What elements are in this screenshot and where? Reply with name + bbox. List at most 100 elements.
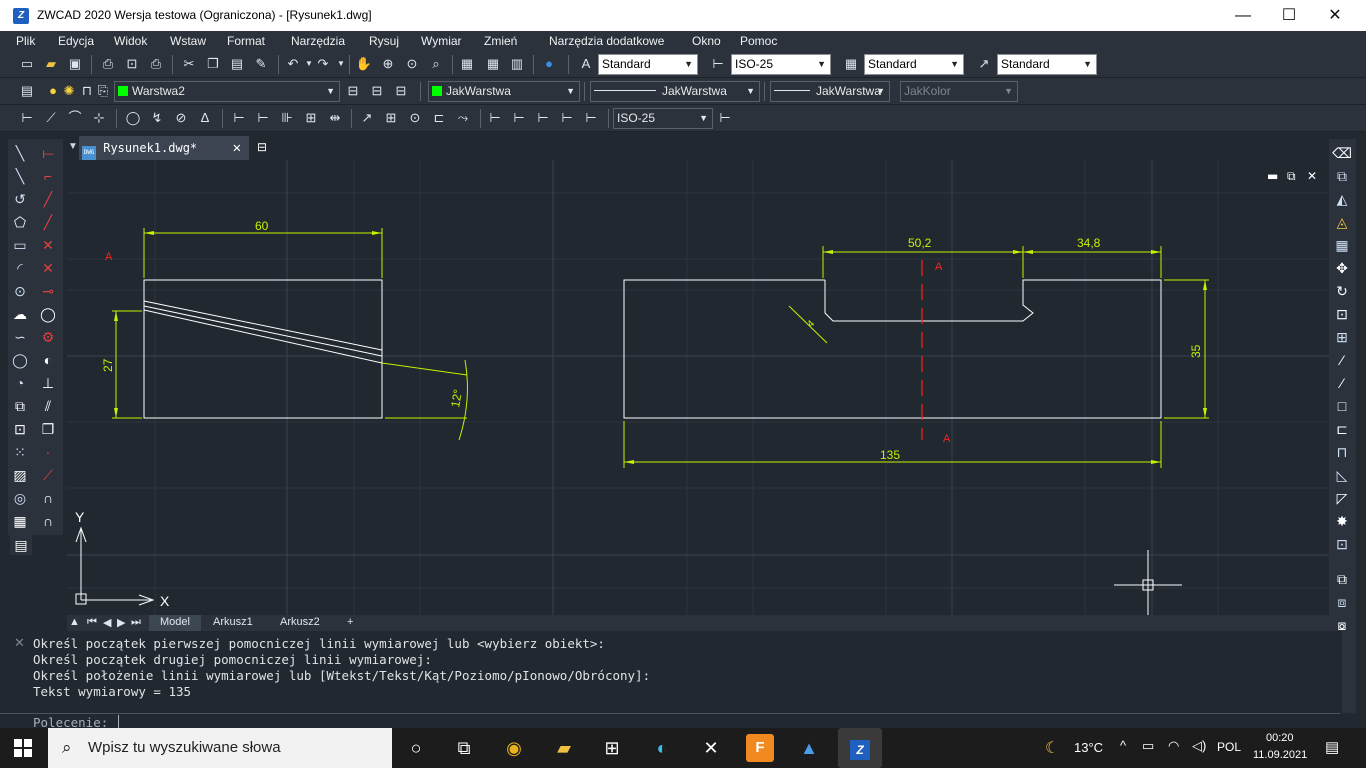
- region-icon[interactable]: ◎: [10, 488, 30, 508]
- menu-format[interactable]: Format: [227, 34, 265, 48]
- redo-icon[interactable]: ↷: [314, 55, 332, 73]
- dim-4-label[interactable]: 4: [805, 318, 817, 330]
- dim-style-icon[interactable]: ⊢: [709, 55, 727, 73]
- store-icon[interactable]: ⊞: [598, 734, 626, 762]
- dim-diameter-icon[interactable]: ⊘: [172, 109, 190, 127]
- move-tool-icon[interactable]: ✥: [1332, 258, 1352, 278]
- dim-reassociate-icon[interactable]: ⊢: [582, 109, 600, 127]
- align-icon[interactable]: ⊥: [38, 373, 58, 393]
- erase-icon[interactable]: ✕: [38, 258, 58, 278]
- rotate-tool-icon[interactable]: ↻: [1332, 281, 1352, 301]
- dim-style-select[interactable]: ISO-25 ▼: [731, 54, 831, 75]
- text-style-icon[interactable]: A: [577, 55, 595, 73]
- document-tab[interactable]: DWG Rysunek1.dwg* ✕: [79, 136, 249, 160]
- maximize-button[interactable]: ☐: [1266, 0, 1312, 31]
- tab-arkusz1[interactable]: Arkusz1: [213, 616, 253, 628]
- dim-34-8-label[interactable]: 34,8: [1077, 236, 1101, 250]
- tab-model[interactable]: Model: [149, 615, 201, 631]
- ray-icon[interactable]: ╲: [10, 166, 30, 186]
- mirror-icon[interactable]: ⟋: [38, 465, 58, 485]
- dim-update-icon[interactable]: ⊢: [534, 109, 552, 127]
- layer-thaw-icon[interactable]: ✺: [60, 82, 78, 100]
- eraser-icon[interactable]: ⌫: [1332, 143, 1352, 163]
- menu-narzedzia-dodatkowe[interactable]: Narzędzia dodatkowe: [549, 34, 664, 48]
- save-icon[interactable]: ▣: [66, 55, 84, 73]
- color-select[interactable]: JakWarstwa ▼: [428, 81, 580, 102]
- join-tool-icon[interactable]: ⊓: [1332, 442, 1352, 462]
- leader-icon[interactable]: ↗: [358, 109, 376, 127]
- task-view-icon[interactable]: ⧉: [450, 734, 478, 762]
- chrome-icon[interactable]: ◉: [500, 734, 528, 762]
- new-file-icon[interactable]: ▭: [18, 55, 36, 73]
- ellipse-arc-icon[interactable]: ◔: [10, 373, 30, 393]
- drawing-canvas[interactable]: ▬ ⧉ ✕ 60 27 12° A 50,2 34,8 35 135 4 A A…: [67, 160, 1329, 615]
- table-style-select[interactable]: Standard ▼: [864, 54, 964, 75]
- group-icon[interactable]: ⧉: [1332, 569, 1352, 589]
- minimize-button[interactable]: —: [1220, 0, 1266, 31]
- notifications-icon[interactable]: ▤: [1325, 738, 1339, 756]
- multiline-text-icon[interactable]: ▤: [10, 535, 32, 555]
- last-tab-icon[interactable]: ⏭: [131, 616, 141, 629]
- dim-edit-icon[interactable]: ⊢: [486, 109, 504, 127]
- hatch-icon[interactable]: ▨: [10, 465, 30, 485]
- dim-aligned-icon[interactable]: ⟋: [42, 109, 60, 127]
- break-tool-icon[interactable]: ⊏: [1332, 419, 1352, 439]
- show-hidden-icons-icon[interactable]: ^: [1120, 738, 1126, 753]
- center-mark-icon[interactable]: ⊙: [406, 109, 424, 127]
- stretch-icon[interactable]: ╱: [38, 189, 58, 209]
- spline-icon[interactable]: ∽: [10, 327, 30, 347]
- dim-linear-icon[interactable]: ⊢: [18, 109, 36, 127]
- close-button[interactable]: ✕: [1312, 0, 1358, 31]
- quick-dim-icon[interactable]: ⊢: [230, 109, 248, 127]
- dim-angular-icon[interactable]: ∆: [196, 109, 214, 127]
- zwcad-taskbar-button[interactable]: Z: [838, 728, 882, 768]
- pan-icon[interactable]: ✋: [355, 55, 373, 73]
- rectangle-icon[interactable]: ▭: [10, 235, 30, 255]
- edge-icon[interactable]: ◐: [648, 734, 676, 762]
- arc-icon[interactable]: ◜: [10, 258, 30, 278]
- dim-arc-icon[interactable]: ⌒: [66, 109, 84, 127]
- tolerance-icon[interactable]: ⊞: [382, 109, 400, 127]
- viewport-close-icon[interactable]: ✕: [1307, 169, 1317, 183]
- tab-arkusz2[interactable]: Arkusz2: [280, 616, 320, 628]
- polyline-icon[interactable]: ↺: [10, 189, 30, 209]
- stretch-tool-icon[interactable]: ⊞: [1332, 327, 1352, 347]
- circle-icon[interactable]: ⊙: [10, 281, 30, 301]
- extend-icon[interactable]: ⟝: [38, 143, 58, 163]
- dim-continue-icon[interactable]: ⊪: [278, 109, 296, 127]
- copy-icon[interactable]: ❐: [204, 55, 222, 73]
- dim-radius-icon[interactable]: ◯: [124, 109, 142, 127]
- linetype-select[interactable]: JakWarstwa ▼: [590, 81, 760, 102]
- copy-object-icon[interactable]: ❐: [38, 419, 58, 439]
- fillet-tool-icon[interactable]: ◸: [1332, 488, 1352, 508]
- dim-override-icon[interactable]: ⊢: [558, 109, 576, 127]
- menu-pomoc[interactable]: Pomoc: [740, 34, 777, 48]
- scroll-up-icon[interactable]: ▲: [69, 616, 80, 628]
- language-indicator[interactable]: POL: [1217, 740, 1241, 754]
- tabs-menu-icon[interactable]: ▼: [68, 141, 78, 152]
- dim-135-label[interactable]: 135: [880, 448, 900, 462]
- dim-50-2-label[interactable]: 50,2: [908, 236, 932, 250]
- dim-baseline-icon[interactable]: ⊢: [254, 109, 272, 127]
- help-icon[interactable]: ●: [540, 55, 558, 73]
- explode-icon[interactable]: ⚙: [38, 327, 58, 347]
- trim-icon[interactable]: ✕: [38, 235, 58, 255]
- taskbar-search[interactable]: ⌕ Wpisz tu wyszukiwane słowa: [48, 728, 392, 768]
- print-preview-icon[interactable]: ⊡: [123, 55, 141, 73]
- extend-tool-icon[interactable]: ⁄: [1332, 373, 1352, 393]
- dim-60-label[interactable]: 60: [255, 219, 269, 233]
- cut-icon[interactable]: ✂: [180, 55, 198, 73]
- zoom-previous-icon[interactable]: ⌕: [427, 55, 445, 73]
- mleader-style-select[interactable]: Standard ▼: [997, 54, 1097, 75]
- ungroup-icon[interactable]: ⧈: [1332, 592, 1352, 612]
- file-explorer-icon[interactable]: ▰: [550, 734, 578, 762]
- dim-text-edit-icon[interactable]: ⊢: [510, 109, 528, 127]
- line-icon[interactable]: ╲: [10, 143, 30, 163]
- dim-12deg-label[interactable]: 12°: [448, 388, 465, 409]
- break-icon[interactable]: ╱: [38, 212, 58, 232]
- paste-icon[interactable]: ▤: [228, 55, 246, 73]
- command-scrollbar[interactable]: [1342, 631, 1356, 713]
- menu-rysuj[interactable]: Rysuj: [369, 34, 399, 48]
- text-style-select[interactable]: Standard ▼: [598, 54, 698, 75]
- scale-tool-icon[interactable]: ⊡: [1332, 304, 1352, 324]
